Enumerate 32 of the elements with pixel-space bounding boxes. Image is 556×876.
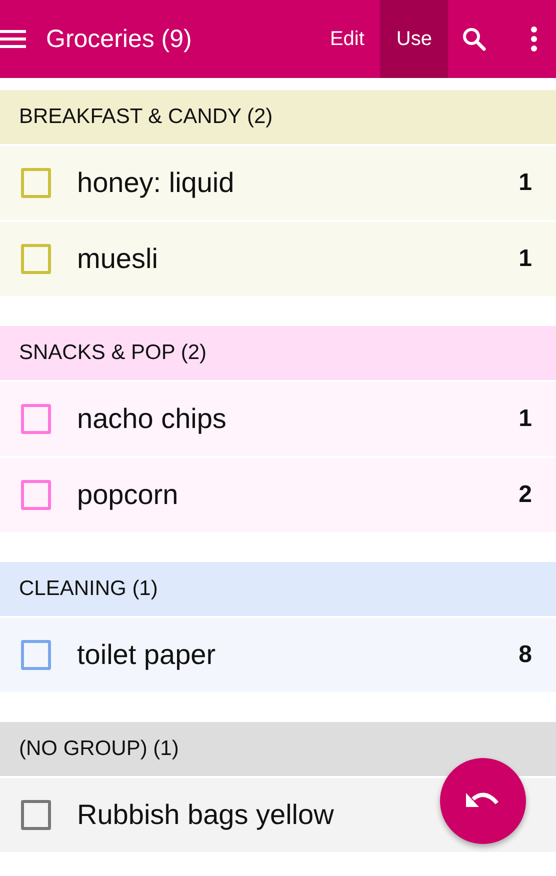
list-item[interactable]: muesli 1 <box>0 222 556 298</box>
mode-tab[interactable]: Edit <box>314 0 380 78</box>
menu-icon[interactable] <box>0 29 26 49</box>
item-quantity: 2 <box>518 481 532 509</box>
list-item[interactable]: nacho chips 1 <box>0 382 556 458</box>
group-header[interactable]: SNACKS & POP (2) <box>0 326 556 382</box>
item-name: honey: liquid <box>77 167 234 199</box>
checkbox[interactable] <box>21 480 51 510</box>
item-name: nacho chips <box>77 403 226 435</box>
list-item[interactable]: toilet paper 8 <box>0 618 556 694</box>
checkbox[interactable] <box>21 244 51 274</box>
checkbox[interactable] <box>21 800 51 830</box>
item-name: toilet paper <box>77 639 216 671</box>
item-name: muesli <box>77 243 158 275</box>
item-quantity: 8 <box>518 641 532 669</box>
list-item[interactable]: popcorn 2 <box>0 458 556 534</box>
checkbox[interactable] <box>21 640 51 670</box>
group-header[interactable]: CLEANING (1) <box>0 562 556 618</box>
item-name: popcorn <box>77 479 178 511</box>
group-header[interactable]: (NO GROUP) (1) <box>0 722 556 778</box>
item-quantity: 1 <box>518 245 532 273</box>
search-icon[interactable] <box>462 27 486 51</box>
item-quantity: 1 <box>518 169 532 197</box>
mode-tab[interactable]: Use <box>380 0 448 78</box>
item-quantity: 1 <box>518 405 532 433</box>
list-item[interactable]: honey: liquid 1 <box>0 146 556 222</box>
checkbox[interactable] <box>21 168 51 198</box>
item-name: Rubbish bags yellow <box>77 799 334 831</box>
checkbox[interactable] <box>21 404 51 434</box>
group-header[interactable]: BREAKFAST & CANDY (2) <box>0 90 556 146</box>
more-options-icon[interactable] <box>530 26 538 52</box>
list-title: Groceries (9) <box>46 24 193 54</box>
